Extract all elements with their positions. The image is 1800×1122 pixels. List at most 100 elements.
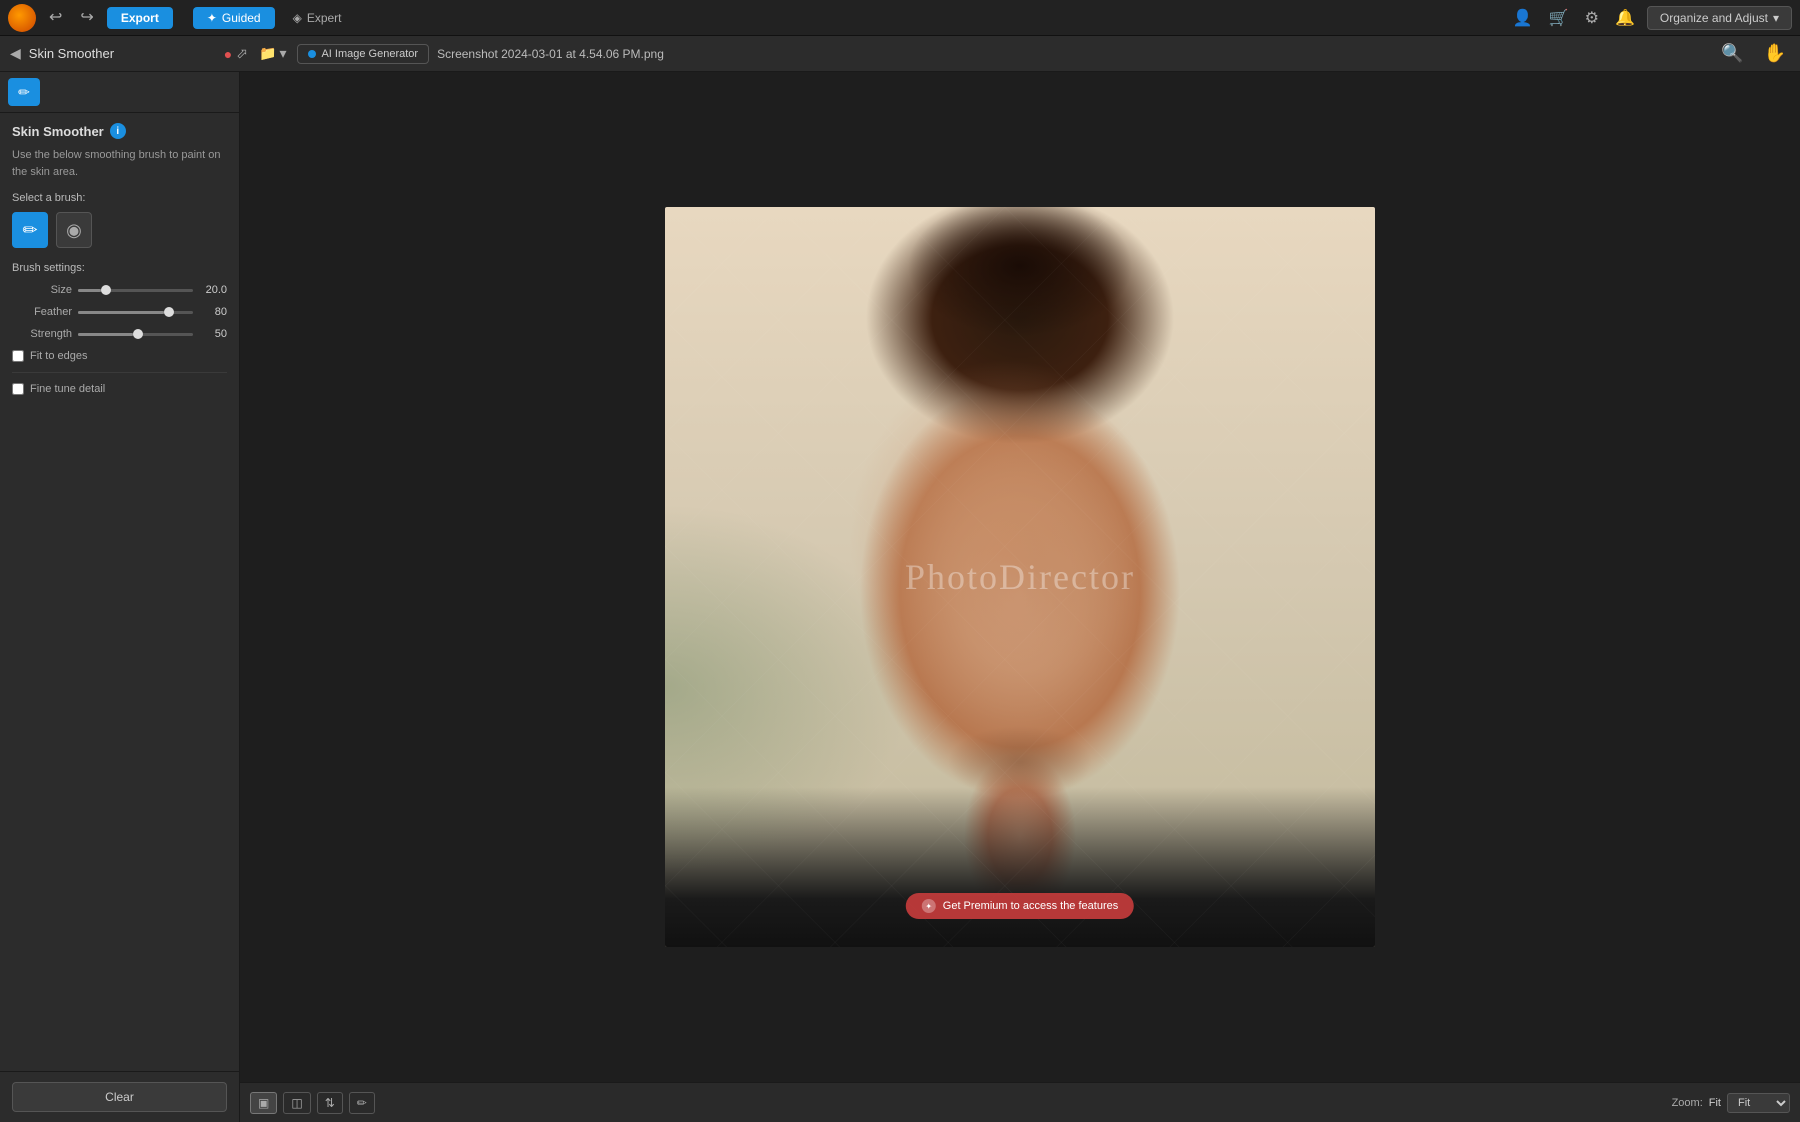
redo-button[interactable]: ↪	[75, 7, 98, 29]
ai-badge[interactable]: AI Image Generator	[297, 44, 429, 64]
feather-fill	[78, 311, 164, 314]
app-logo	[8, 4, 36, 32]
guided-icon: ✦	[207, 11, 217, 25]
strength-slider[interactable]	[78, 333, 193, 336]
brush-tab[interactable]: ✏	[8, 78, 40, 106]
tab-expert[interactable]: ◈ Expert	[279, 7, 356, 29]
erase-brush-button[interactable]: ◉	[56, 212, 92, 248]
size-slider[interactable]	[78, 289, 193, 292]
info-icon[interactable]: i	[110, 123, 126, 139]
zoom-select[interactable]: Fit 25% 50% 75% 100% 150% 200%	[1727, 1093, 1790, 1113]
size-label: Size	[12, 284, 72, 296]
portrait-simulation	[665, 207, 1375, 947]
strength-fill	[78, 333, 133, 336]
fit-to-edges-checkbox[interactable]	[12, 350, 24, 362]
fit-to-edges-label: Fit to edges	[30, 350, 87, 362]
fit-to-edges-row: Fit to edges	[12, 350, 227, 362]
top-bar: ↩ ↪ Export ✦ Guided ◈ Expert 👤 🛒 ⚙ 🔔 Org…	[0, 0, 1800, 36]
size-slider-row: Size 20.0	[12, 284, 227, 296]
size-fill	[78, 289, 101, 292]
split-view-button[interactable]: ◫	[283, 1092, 310, 1114]
split-view-icon: ◫	[291, 1096, 302, 1110]
chevron-down-icon: ▾	[1773, 11, 1779, 25]
strength-thumb[interactable]	[133, 329, 143, 339]
premium-label: Get Premium to access the features	[943, 900, 1118, 912]
sort-button[interactable]: ⇅	[317, 1092, 343, 1114]
guided-label: Guided	[222, 11, 261, 25]
hand-tool-button[interactable]: ✋	[1758, 40, 1792, 67]
panel-content: Skin Smoother i Use the below smoothing …	[0, 113, 239, 1071]
canvas-area: PhotoDirector ✦ Get Premium to access th…	[240, 72, 1800, 1082]
file-area: 📁 ▾ AI Image Generator Screenshot 2024-0…	[256, 42, 1707, 65]
feather-label: Feather	[12, 306, 72, 318]
settings-icon[interactable]: ⚙	[1581, 4, 1603, 32]
export-button[interactable]: Export	[107, 7, 173, 29]
folder-chevron: ▾	[279, 45, 286, 62]
ai-badge-dot	[308, 50, 316, 58]
feather-slider[interactable]	[78, 311, 193, 314]
panel-title-bar: ◀ Skin Smoother ● ⬀	[8, 43, 248, 64]
size-thumb[interactable]	[101, 285, 111, 295]
feather-thumb[interactable]	[164, 307, 174, 317]
strength-value: 50	[199, 328, 227, 340]
section-title: Skin Smoother	[12, 124, 104, 139]
organize-button[interactable]: Organize and Adjust ▾	[1647, 6, 1792, 30]
single-view-icon: ▣	[258, 1096, 269, 1110]
fine-tune-label: Fine tune detail	[30, 383, 105, 395]
main-area: ✏ Skin Smoother i Use the below smoothin…	[0, 72, 1800, 1122]
feather-value: 80	[199, 306, 227, 318]
notification-icon[interactable]: 🔔	[1611, 4, 1639, 32]
top-right-tools: 🔍 ✋	[1715, 40, 1792, 67]
fine-tune-checkbox[interactable]	[12, 383, 24, 395]
strength-label: Strength	[12, 328, 72, 340]
size-value: 20.0	[199, 284, 227, 296]
paint-brush-button[interactable]: ✏	[12, 212, 48, 248]
single-view-button[interactable]: ▣	[250, 1092, 277, 1114]
edit-button[interactable]: ✏	[349, 1092, 375, 1114]
expert-label: Expert	[307, 11, 342, 25]
organize-label: Organize and Adjust	[1660, 11, 1768, 25]
search-tool-button[interactable]: 🔍	[1715, 40, 1749, 67]
sort-icon: ⇅	[325, 1096, 335, 1110]
bottom-right: Zoom: Fit Fit 25% 50% 75% 100% 150% 200%	[1672, 1093, 1790, 1113]
mode-tabs: ✦ Guided ◈ Expert	[193, 7, 356, 29]
red-close-button[interactable]: ●	[224, 45, 232, 62]
panel-description: Use the below smoothing brush to paint o…	[12, 147, 227, 180]
undo-button[interactable]: ↩	[44, 7, 67, 29]
panel-tabs: ✏	[0, 72, 239, 113]
export-panel-button[interactable]: ⬀	[236, 45, 248, 62]
fine-tune-row: Fine tune detail	[12, 383, 227, 395]
second-bar: ◀ Skin Smoother ● ⬀ 📁 ▾ AI Image Generat…	[0, 36, 1800, 72]
filename: Screenshot 2024-03-01 at 4.54.06 PM.png	[437, 47, 664, 61]
expert-icon: ◈	[293, 11, 302, 25]
zoom-value: Fit	[1709, 1097, 1721, 1109]
panel-title-icons: ● ⬀	[224, 45, 248, 62]
strength-slider-row: Strength 50	[12, 328, 227, 340]
brush-settings-label: Brush settings:	[12, 262, 227, 274]
tab-guided[interactable]: ✦ Guided	[193, 7, 275, 29]
back-button[interactable]: ◀	[8, 43, 23, 64]
folder-icon: 📁	[259, 45, 276, 62]
bottom-toolbar: ▣ ◫ ⇅ ✏ Zoom: Fit Fit 25% 50% 75% 100%	[240, 1082, 1800, 1122]
select-brush-label: Select a brush:	[12, 192, 227, 204]
photo-background: PhotoDirector ✦ Get Premium to access th…	[665, 207, 1375, 947]
feather-slider-row: Feather 80	[12, 306, 227, 318]
premium-icon: ✦	[922, 899, 936, 913]
edit-icon: ✏	[357, 1096, 367, 1110]
ai-badge-label: AI Image Generator	[321, 48, 418, 60]
cart-icon[interactable]: 🛒	[1545, 4, 1573, 32]
photo-container: PhotoDirector ✦ Get Premium to access th…	[665, 207, 1375, 947]
clear-button[interactable]: Clear	[12, 1082, 227, 1112]
left-panel: ✏ Skin Smoother i Use the below smoothin…	[0, 72, 240, 1122]
center-area: PhotoDirector ✦ Get Premium to access th…	[240, 72, 1800, 1122]
account-icon[interactable]: 👤	[1509, 4, 1537, 32]
zoom-label: Zoom:	[1672, 1097, 1703, 1109]
divider	[12, 372, 227, 373]
panel-title: Skin Smoother	[29, 46, 114, 61]
folder-button[interactable]: 📁 ▾	[256, 42, 289, 65]
panel-bottom: Clear	[0, 1071, 239, 1122]
brush-options: ✏ ◉	[12, 212, 227, 248]
section-header: Skin Smoother i	[12, 123, 227, 139]
premium-badge[interactable]: ✦ Get Premium to access the features	[906, 893, 1134, 919]
top-bar-right: 👤 🛒 ⚙ 🔔 Organize and Adjust ▾	[1509, 4, 1792, 32]
